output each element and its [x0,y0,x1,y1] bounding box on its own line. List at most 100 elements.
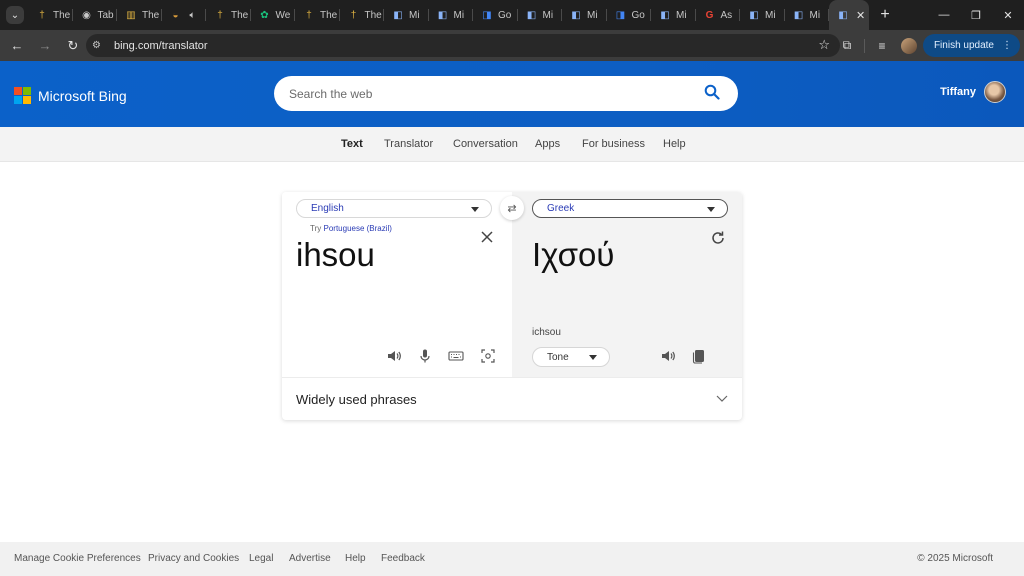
tab-title: As [720,9,733,21]
bookmark-star-icon[interactable]: ☆ [818,37,830,53]
browser-tab[interactable]: ◧ Mi [562,0,607,30]
clear-text-icon[interactable] [479,229,495,245]
browser-tab[interactable]: ◧ Mi [429,0,474,30]
footer-cookie-preferences[interactable]: Manage Cookie Preferences [14,553,141,564]
browser-tab[interactable]: ◨ Go [607,0,652,30]
tone-select[interactable]: Tone [532,347,610,367]
try-prefix: Try [310,224,322,233]
reload-button[interactable]: ↻ [60,33,86,59]
google-translate-icon: ◨ [482,9,492,21]
user-avatar [984,81,1006,103]
web-search-input[interactable] [289,86,689,101]
browser-tab[interactable]: † The [295,0,340,30]
forward-button[interactable]: → [32,33,58,59]
tab-title: We [275,9,291,21]
extensions-icon[interactable]: ⧉ [834,34,860,57]
browser-tab[interactable]: ◧ Mi [785,0,830,30]
page-footer: Manage Cookie Preferences Privacy and Co… [0,542,1024,576]
nav-apps[interactable]: Apps [535,138,560,150]
footer-legal[interactable]: Legal [249,553,273,564]
browser-tab[interactable]: ◨ Go [473,0,518,30]
site-info-icon[interactable]: ⚙ [92,40,110,51]
browser-tab[interactable]: ◧ Mi [384,0,429,30]
tab-title: Tab [97,9,114,21]
finish-update-button[interactable]: Finish update ⋮ [922,34,1020,57]
speaker-icon[interactable] [386,348,402,364]
language-suggestion: Try Portuguese (Brazil) [310,224,392,233]
browser-tab[interactable]: G As [696,0,741,30]
web-search-box [274,76,738,111]
tab-title: The [231,9,249,21]
translated-text: Ιχσού [532,236,615,273]
browser-tab[interactable]: ◉ Tab [73,0,118,30]
footer-feedback[interactable]: Feedback [381,553,425,564]
cross-icon: † [306,9,312,21]
refresh-icon[interactable] [710,230,726,246]
nav-conversation[interactable]: Conversation [453,138,518,150]
translator-subnav: Text Translator Conversation Apps For bu… [0,127,1024,162]
browser-tab[interactable]: ✿ We [251,0,296,30]
browser-tab[interactable]: ◒ 🔈︎ [162,0,207,30]
suggested-language-link[interactable]: Portuguese (Brazil) [324,224,392,233]
nav-for-business[interactable]: For business [582,138,645,150]
browser-tab[interactable]: ◧ Mi [518,0,563,30]
source-language-select[interactable]: English [296,199,492,218]
browser-tab[interactable]: † The [340,0,385,30]
bing-brand[interactable]: Microsoft Bing [14,87,127,104]
phrases-label: Widely used phrases [296,391,417,407]
swap-languages-button[interactable]: ⇄ [500,196,524,220]
media-controls-icon[interactable]: ≡ [869,34,895,57]
tab-title: Mi [676,9,687,21]
address-bar[interactable]: ⚙ bing.com/translator ☆ [86,34,840,57]
browser-tab[interactable]: † The [28,0,73,30]
browser-tab[interactable]: ▥ The [117,0,162,30]
cross-icon: † [39,9,45,21]
dropdown-caret-icon [707,207,715,212]
finish-update-label: Finish update [933,40,994,51]
copy-icon[interactable] [691,348,707,364]
translator-icon: ◧ [838,9,848,21]
tab-title: Mi [809,9,821,21]
keyboard-icon[interactable] [448,348,464,364]
active-browser-tab[interactable]: ◧ ✕ [829,0,869,30]
tab-title: The [320,9,338,21]
minimize-icon[interactable]: — [928,0,960,30]
target-language-label: Greek [547,203,575,214]
url-text: bing.com/translator [114,39,208,52]
globe-icon: ◉ [82,9,91,21]
footer-privacy[interactable]: Privacy and Cookies [148,553,239,564]
close-tab-icon[interactable]: ✕ [856,9,865,22]
browser-tab[interactable]: ◧ Mi [651,0,696,30]
profile-avatar[interactable] [900,37,917,54]
tab-title: Go [631,9,645,21]
microphone-icon[interactable] [417,348,433,364]
window-controls: — ❐ ✕ [928,0,1024,30]
source-language-label: English [311,203,344,214]
source-pane: English Try Portuguese (Brazil) ihsou [282,192,512,377]
widely-used-phrases-toggle[interactable]: Widely used phrases [282,377,742,420]
tab-search-button[interactable]: ⌄ [6,6,24,24]
tab-title: The [364,9,382,21]
chevron-down-icon [716,395,728,402]
source-text-input[interactable]: ihsou [296,236,375,274]
new-tab-button[interactable]: + [873,3,897,27]
browser-tab[interactable]: † The [206,0,251,30]
search-icon[interactable] [704,84,720,100]
footer-advertise[interactable]: Advertise [289,553,331,564]
back-button[interactable]: ← [4,33,30,59]
google-translate-icon: ◨ [615,9,626,21]
restore-icon[interactable]: ❐ [960,0,992,30]
nav-translator[interactable]: Translator [384,138,433,150]
speaker-icon[interactable] [660,348,676,364]
footer-help[interactable]: Help [345,553,366,564]
browser-tab[interactable]: ◧ Mi [740,0,785,30]
tab-title: Mi [453,9,465,21]
user-account[interactable]: Tiffany [940,81,1006,103]
close-window-icon[interactable]: ✕ [992,0,1024,30]
camera-scan-icon[interactable] [480,348,496,364]
target-language-select[interactable]: Greek [532,199,728,218]
translator-icon: ◧ [526,9,537,21]
nav-text[interactable]: Text [341,138,363,150]
microsoft-logo-icon [14,87,31,104]
nav-help[interactable]: Help [663,138,686,150]
